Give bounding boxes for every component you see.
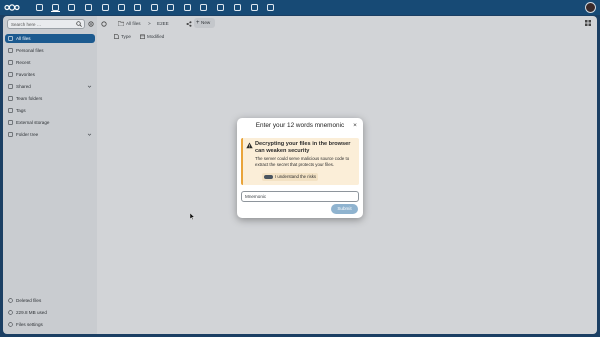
security-warning: Decrypting your files in the browser can… (241, 138, 359, 185)
understand-risks-label: I understand the risks (275, 174, 317, 179)
warning-body: The server could serve malicious source … (255, 156, 350, 167)
understand-risks-toggle[interactable]: I understand the risks (262, 173, 319, 181)
toggle-switch[interactable] (264, 175, 273, 179)
submit-button[interactable]: Submit (331, 204, 358, 214)
mnemonic-placeholder: Mnemonic (245, 194, 267, 199)
close-icon[interactable]: × (352, 122, 358, 130)
mnemonic-dialog: Enter your 12 words mnemonic × Decryptin… (237, 118, 363, 218)
warning-title: Decrypting your files in the browser can… (255, 141, 351, 154)
dialog-title: Enter your 12 words mnemonic (255, 122, 345, 129)
mouse-cursor-icon (190, 213, 195, 220)
mnemonic-input[interactable]: Mnemonic (241, 191, 359, 202)
warning-icon (246, 142, 253, 149)
